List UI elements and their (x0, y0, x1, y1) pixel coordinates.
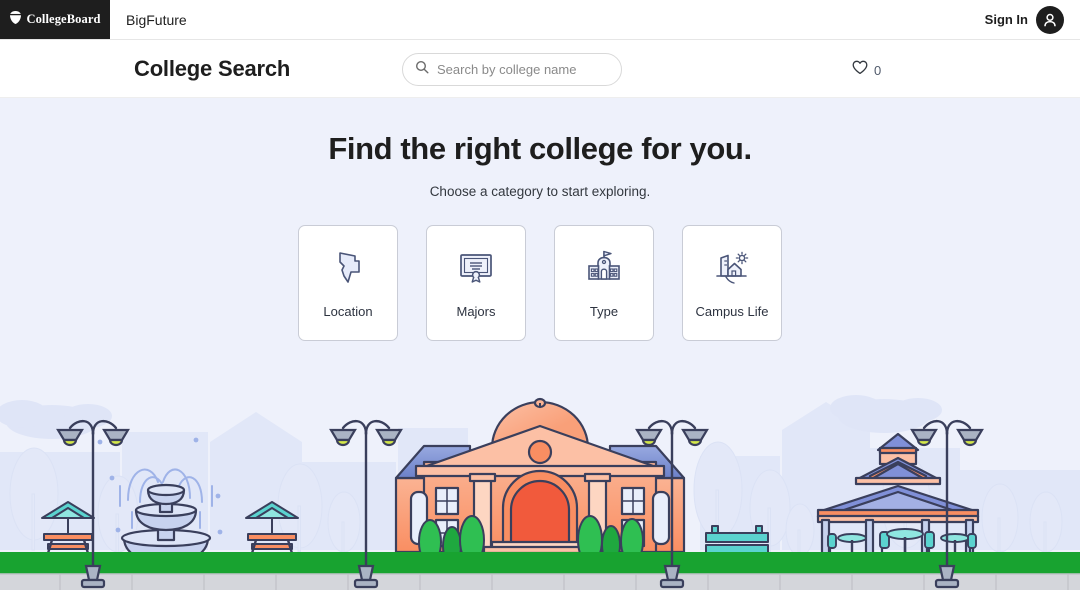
category-label: Location (323, 303, 373, 319)
category-card-list: Location Majors Type Campus Life (0, 225, 1080, 341)
hero-section: Find the right college for you. Choose a… (0, 98, 1080, 590)
hero-heading: Find the right college for you. (328, 131, 752, 166)
campus-park-illustration (0, 390, 1080, 590)
diploma-icon (457, 248, 495, 288)
category-card-type[interactable]: Type (554, 225, 654, 341)
global-header: CollegeBoard BigFuture Sign In (0, 0, 1080, 40)
header-actions: Sign In (985, 0, 1080, 39)
category-label: Campus Life (695, 303, 769, 319)
collegeboard-wordmark: CollegeBoard (26, 12, 101, 26)
school-building-icon (585, 248, 623, 288)
grass-strip (0, 552, 1080, 574)
search-input[interactable] (437, 62, 609, 77)
collegeboard-logo[interactable]: CollegeBoard (0, 0, 110, 39)
category-card-majors[interactable]: Majors (426, 225, 526, 341)
sidewalk (0, 574, 1080, 590)
favorites-button[interactable]: 0 (852, 60, 881, 80)
search-icon (415, 60, 429, 79)
category-card-location[interactable]: Location (298, 225, 398, 341)
hero-subheading: Choose a category to start exploring. (429, 184, 651, 199)
map-state-icon (331, 248, 365, 288)
category-label: Type (589, 303, 619, 319)
bigfuture-brand[interactable]: BigFuture (110, 0, 187, 39)
acorn-icon (9, 10, 22, 30)
category-label: Majors (456, 303, 496, 319)
favorites-count: 0 (874, 62, 882, 78)
category-card-campus-life[interactable]: Campus Life (682, 225, 782, 341)
sign-in-button[interactable]: Sign In (985, 12, 1028, 27)
college-search-box[interactable] (402, 53, 622, 86)
tent-sun-icon (712, 248, 752, 288)
page-title: College Search (134, 55, 291, 81)
user-avatar-icon[interactable] (1036, 5, 1064, 34)
heart-icon (852, 60, 868, 80)
